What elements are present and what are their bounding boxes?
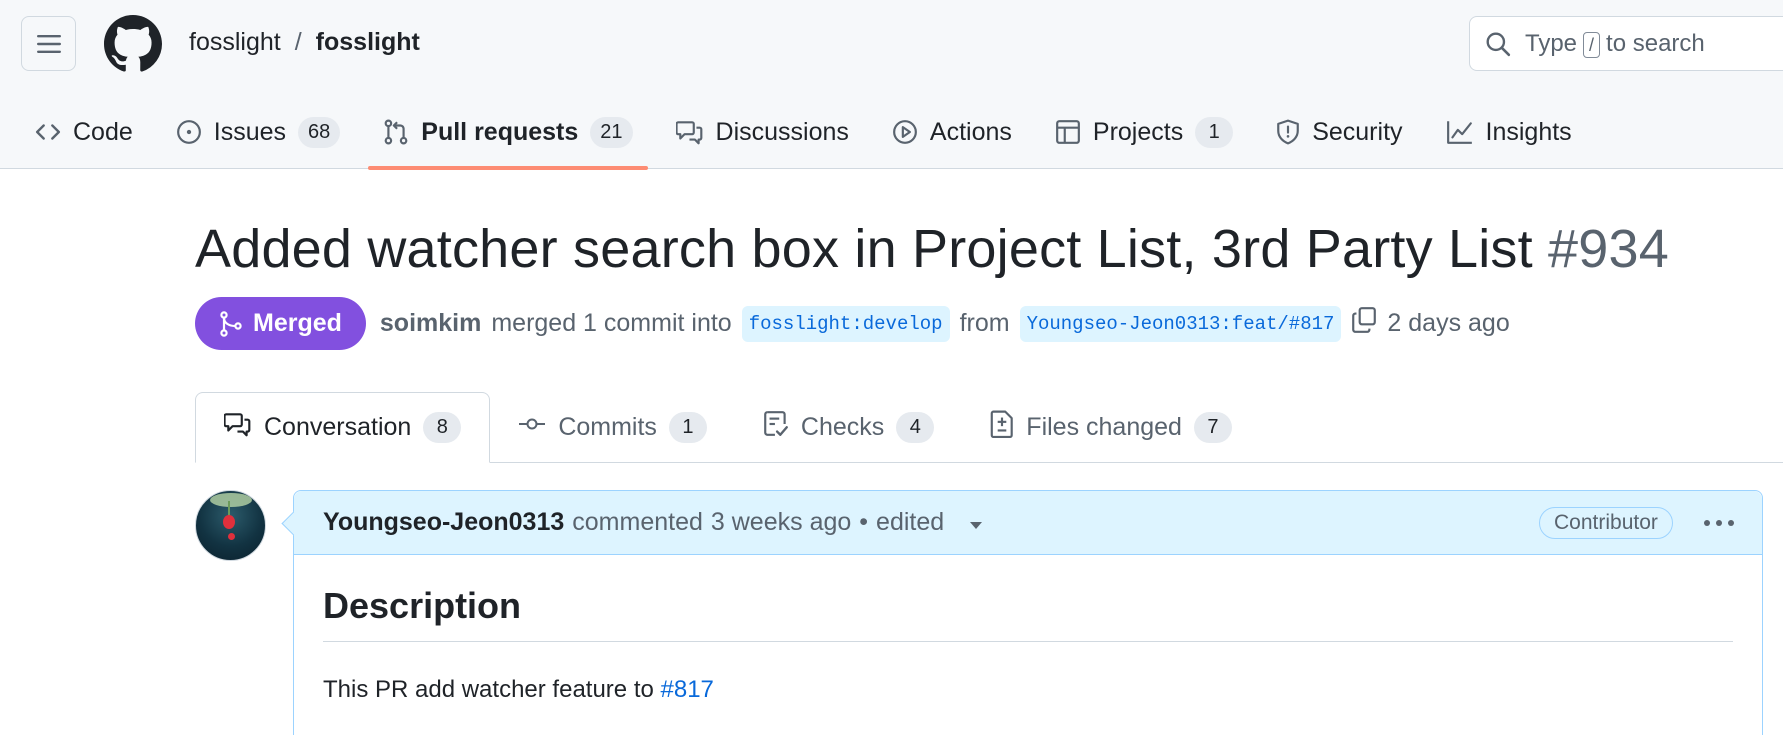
pull-request-icon (383, 119, 409, 145)
tab-files-changed[interactable]: Files changed 7 (962, 392, 1260, 462)
search-input[interactable]: Type / to search (1469, 16, 1783, 71)
avatar[interactable] (195, 490, 266, 561)
discussions-icon (675, 119, 704, 145)
tab-label: Files changed (1026, 412, 1182, 441)
comment-box: Youngseo-Jeon0313 commented 3 weeks ago … (293, 490, 1763, 735)
tab-label: Commits (558, 412, 657, 441)
nav-label: Discussions (715, 117, 849, 146)
pr-number: #934 (1548, 219, 1669, 279)
nav-label: Code (73, 117, 133, 146)
play-icon (892, 119, 918, 145)
search-shortcut-key: / (1583, 31, 1601, 58)
comment-action: commented (572, 508, 703, 536)
repo-breadcrumb: fosslight / fosslight (189, 28, 420, 57)
contributor-badge: Contributor (1539, 507, 1673, 539)
nav-label: Pull requests (421, 117, 579, 146)
tab-label: Conversation (264, 413, 412, 441)
nav-label: Security (1312, 117, 1403, 146)
nav-discussions[interactable]: Discussions (661, 95, 864, 169)
checks-count-badge: 4 (896, 411, 935, 443)
code-icon (35, 119, 61, 145)
edited-label: edited (876, 508, 945, 536)
search-placeholder: Type / to search (1525, 29, 1705, 58)
nav-label: Issues (213, 117, 287, 146)
graph-icon (1446, 119, 1474, 145)
comment-body: Description This PR add watcher feature … (294, 555, 1762, 704)
tab-checks[interactable]: Checks 4 (735, 392, 962, 462)
search-icon (1486, 32, 1511, 56)
edited-dropdown[interactable]: edited (876, 508, 983, 537)
nav-pull-requests[interactable]: Pull requests 21 (368, 95, 648, 170)
table-icon (1055, 119, 1081, 145)
pr-title: Added watcher search box in Project List… (195, 218, 1669, 280)
file-diff-icon (990, 410, 1014, 445)
merged-label: Merged (253, 309, 342, 337)
breadcrumb-separator: / (294, 28, 302, 56)
tab-conversation[interactable]: Conversation 8 (195, 392, 491, 463)
issue-link[interactable]: #817 (661, 676, 714, 703)
nav-issues[interactable]: Issues 68 (161, 95, 356, 169)
tab-label: Checks (800, 412, 885, 441)
commit-icon (518, 411, 546, 444)
issue-icon (176, 119, 202, 145)
checklist-icon (763, 410, 789, 445)
caret-down-icon (970, 522, 983, 529)
nav-label: Insights (1485, 117, 1572, 146)
commits-count-badge: 1 (668, 411, 707, 443)
nav-insights[interactable]: Insights (1431, 95, 1587, 169)
nav-actions[interactable]: Actions (877, 95, 1027, 169)
nav-label: Actions (929, 117, 1012, 146)
conversation-count-badge: 8 (423, 412, 462, 443)
from-text: from (959, 309, 1010, 337)
merged-text: merged 1 commit into (491, 309, 732, 337)
repo-link[interactable]: fosslight (316, 28, 420, 57)
projects-count-badge: 1 (1195, 116, 1234, 148)
files-changed-count-badge: 7 (1193, 411, 1232, 443)
global-header: fosslight / fosslight Type / to search Cod… (0, 0, 1783, 170)
base-branch-link[interactable]: fosslight:develop (741, 305, 950, 342)
owner-link[interactable]: fosslight (189, 28, 281, 57)
pr-title-text: Added watcher search box in Project List… (195, 219, 1533, 279)
head-branch-link[interactable]: Youngseo-Jeon0313:feat/#817 (1019, 305, 1342, 342)
comment-text: This PR add watcher feature to (323, 676, 654, 703)
pull-requests-count-badge: 21 (590, 116, 633, 148)
merged-time: 2 days ago (1387, 309, 1510, 337)
nav-projects[interactable]: Projects 1 (1040, 95, 1248, 169)
comment-bullet: • (859, 508, 869, 536)
repo-nav: Code Issues 68 Pull requests 21 Discussi… (0, 95, 1600, 170)
git-merge-icon (220, 310, 242, 337)
kebab-horizontal-icon[interactable] (1699, 508, 1739, 538)
comment-header: Youngseo-Jeon0313 commented 3 weeks ago … (294, 491, 1762, 555)
hamburger-icon (36, 34, 61, 53)
menu-button[interactable] (21, 16, 76, 71)
nav-label: Projects (1092, 117, 1184, 146)
comment-discussion-icon (223, 411, 252, 444)
description-heading: Description (323, 585, 1733, 642)
comment-time[interactable]: 3 weeks ago (711, 508, 851, 537)
github-logo-icon[interactable] (104, 15, 162, 73)
comment-author-link[interactable]: Youngseo-Jeon0313 (323, 508, 564, 537)
comment-paragraph: This PR add watcher feature to #817 (323, 676, 1733, 704)
pr-tabs: Conversation 8 Commits 1 Checks 4 Files … (195, 392, 1783, 463)
shield-icon (1276, 119, 1300, 145)
tab-commits[interactable]: Commits 1 (490, 392, 735, 462)
nav-code[interactable]: Code (20, 95, 148, 169)
copy-icon[interactable] (1351, 306, 1377, 341)
issues-count-badge: 68 (298, 116, 341, 148)
merged-status-badge: Merged (195, 297, 366, 350)
pr-meta: Merged soimkim merged 1 commit into foss… (195, 297, 1510, 350)
merger-link[interactable]: soimkim (380, 309, 481, 338)
nav-security[interactable]: Security (1261, 95, 1417, 169)
